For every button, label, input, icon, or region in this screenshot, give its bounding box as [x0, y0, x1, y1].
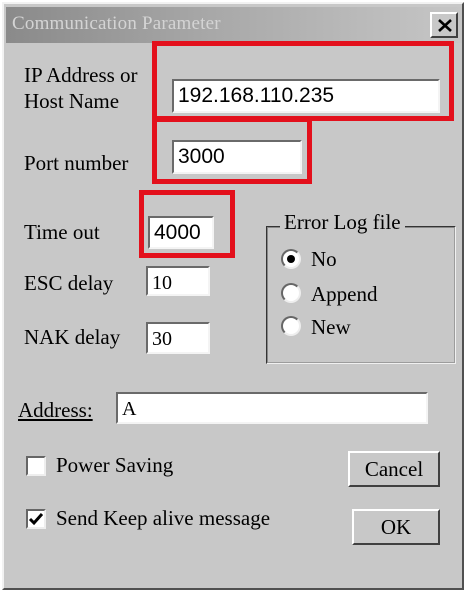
time-out-highlight	[139, 190, 235, 258]
radio-button[interactable]	[281, 283, 301, 303]
error-log-legend: Error Log file	[280, 211, 405, 233]
title-bar[interactable]: Communication Parameter	[6, 7, 462, 43]
radio-button[interactable]	[281, 249, 301, 269]
port-number-label: Port number	[24, 151, 129, 175]
power-saving-label: Power Saving	[56, 453, 174, 477]
power-saving-checkbox[interactable]	[26, 456, 46, 476]
ip-address-label-line2: Host Name	[24, 89, 120, 113]
esc-delay-label: ESC delay	[24, 271, 114, 295]
ip-address-highlight	[152, 41, 454, 121]
keep-alive-checkbox[interactable]	[26, 509, 46, 529]
ip-address-label-line1: IP Address or	[24, 63, 138, 87]
keep-alive-label: Send Keep alive message	[56, 506, 271, 530]
close-icon	[438, 19, 452, 32]
ok-button[interactable]: OK	[352, 509, 440, 545]
esc-delay-input[interactable]: 10	[146, 266, 210, 296]
radio-label-no: No	[311, 247, 337, 271]
nak-delay-input[interactable]: 30	[146, 322, 210, 354]
address-label: Address:	[18, 398, 93, 422]
close-button[interactable]	[430, 12, 458, 38]
radio-button[interactable]	[281, 316, 301, 336]
time-out-label: Time out	[24, 220, 100, 244]
port-number-highlight	[152, 117, 312, 184]
radio-label-append: Append	[311, 282, 378, 306]
address-input[interactable]: A	[116, 392, 428, 424]
dialog-title: Communication Parameter	[12, 13, 221, 34]
cancel-button[interactable]: Cancel	[348, 451, 440, 487]
radio-label-new: New	[311, 315, 351, 339]
nak-delay-label: NAK delay	[24, 325, 121, 349]
radio-selected-dot	[287, 255, 295, 263]
check-icon	[28, 513, 44, 526]
